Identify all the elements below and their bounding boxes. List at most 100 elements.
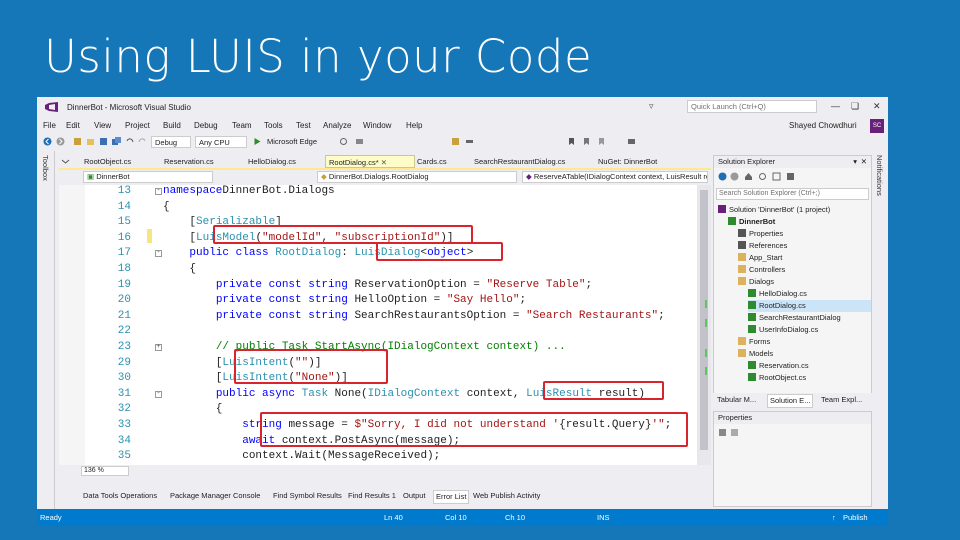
- outline-toggle-icon[interactable]: -: [155, 390, 162, 398]
- code-line[interactable]: 18 {: [59, 262, 711, 278]
- code-line[interactable]: 35 context.Wait(MessageReceived);: [59, 449, 711, 465]
- quick-launch-input[interactable]: Quick Launch (Ctrl+Q): [687, 100, 817, 113]
- redo-icon[interactable]: [138, 137, 147, 146]
- tab-find-results[interactable]: Find Results 1: [348, 490, 396, 502]
- forward-icon[interactable]: [56, 137, 65, 146]
- collapse-all-icon[interactable]: [772, 172, 781, 181]
- menu-project[interactable]: Project: [125, 121, 150, 130]
- outline-toggle-icon[interactable]: -: [155, 250, 162, 258]
- menu-build[interactable]: Build: [163, 121, 181, 130]
- tab-data-tools-operations[interactable]: Data Tools Operations: [83, 490, 157, 502]
- open-icon[interactable]: [86, 137, 95, 146]
- menu-tools[interactable]: Tools: [264, 121, 283, 130]
- code-line[interactable]: 20 private const string HelloOption = "S…: [59, 293, 711, 309]
- run-icon[interactable]: [252, 137, 262, 146]
- browser-link-icon[interactable]: [627, 137, 636, 146]
- toolbox-tab[interactable]: Toolbox: [41, 155, 50, 181]
- forward-icon[interactable]: [730, 172, 739, 181]
- back-icon[interactable]: [43, 137, 52, 146]
- save-all-icon[interactable]: [112, 137, 121, 146]
- tree-item[interactable]: Reservation.cs: [748, 360, 809, 372]
- step-icon[interactable]: [355, 137, 364, 146]
- tab-web-publish-activity[interactable]: Web Publish Activity: [473, 490, 540, 502]
- tab-cards[interactable]: Cards.cs: [414, 155, 466, 168]
- close-icon[interactable]: ✕: [873, 101, 881, 112]
- dropdown-icon[interactable]: [61, 157, 70, 166]
- menu-window[interactable]: Window: [363, 121, 391, 130]
- editor-scrollbar[interactable]: [697, 185, 711, 465]
- tree-item[interactable]: Forms: [738, 336, 770, 348]
- code-line[interactable]: 19 private const string ReservationOptio…: [59, 278, 711, 294]
- tree-item[interactable]: UserInfoDialog.cs: [748, 324, 818, 336]
- menu-analyze[interactable]: Analyze: [323, 121, 351, 130]
- tree-item[interactable]: SearchRestaurantDialog: [748, 312, 841, 324]
- tab-error-list[interactable]: Error List: [433, 490, 470, 504]
- tab-hello-dialog[interactable]: HelloDialog.cs: [245, 155, 307, 168]
- project-nav-select[interactable]: ▣ DinnerBot: [83, 171, 213, 183]
- tree-item[interactable]: RootDialog.cs: [748, 300, 871, 312]
- tab-package-manager-console[interactable]: Package Manager Console: [170, 490, 260, 502]
- close-icon[interactable]: ✕: [861, 156, 867, 168]
- minimize-icon[interactable]: —: [831, 101, 840, 111]
- tree-item[interactable]: DinnerBot: [728, 216, 775, 228]
- menu-file[interactable]: File: [43, 121, 56, 130]
- code-line[interactable]: 13 - namespaceDinnerBot.Dialogs: [59, 185, 711, 200]
- categorized-icon[interactable]: [718, 428, 727, 437]
- outline-toggle-icon[interactable]: -: [155, 188, 162, 195]
- alphabetical-icon[interactable]: [730, 428, 739, 437]
- tree-item[interactable]: Solution 'DinnerBot' (1 project): [718, 204, 830, 216]
- back-icon[interactable]: [718, 172, 727, 181]
- sync-icon[interactable]: [758, 172, 767, 181]
- menu-debug[interactable]: Debug: [194, 121, 218, 130]
- bookmark-icon[interactable]: [567, 137, 576, 146]
- tools-icon[interactable]: [451, 137, 460, 146]
- pin-icon[interactable]: ▾: [853, 156, 857, 168]
- tree-item[interactable]: Properties: [738, 228, 783, 240]
- code-editor[interactable]: 13- namespaceDinnerBot.Dialogs 14{15 [Seri…: [59, 185, 711, 465]
- tab-tabular-model[interactable]: Tabular M...: [715, 394, 758, 406]
- class-nav-select[interactable]: ◆ DinnerBot.Dialogs.RootDialog: [317, 171, 517, 183]
- tab-output[interactable]: Output: [403, 490, 426, 502]
- configuration-select[interactable]: Debug: [151, 136, 191, 148]
- properties-icon[interactable]: [786, 172, 795, 181]
- tree-item[interactable]: App_Start: [738, 252, 782, 264]
- menu-edit[interactable]: Edit: [66, 121, 80, 130]
- tab-root-object[interactable]: RootObject.cs: [81, 155, 159, 168]
- platform-select[interactable]: Any CPU: [195, 136, 247, 148]
- menu-team[interactable]: Team: [232, 121, 252, 130]
- publish-icon[interactable]: ↑: [832, 513, 836, 522]
- menu-view[interactable]: View: [94, 121, 111, 130]
- prev-bookmark-icon[interactable]: [582, 137, 591, 146]
- zoom-select[interactable]: 136 %: [81, 466, 129, 476]
- code-line[interactable]: 14 {: [59, 200, 711, 216]
- undo-icon[interactable]: [125, 137, 134, 146]
- publish-button[interactable]: Publish: [843, 513, 868, 522]
- member-nav-select[interactable]: ◆ ReserveATable(IDialogContext context, …: [522, 171, 708, 183]
- tab-root-dialog[interactable]: RootDialog.cs* ✕: [325, 155, 415, 168]
- outline-toggle-icon[interactable]: +: [155, 344, 162, 351]
- notifications-tab[interactable]: Notifications: [875, 155, 884, 196]
- tab-search-restaurant-dialog[interactable]: SearchRestaurantDialog.cs: [471, 155, 591, 168]
- pin-icon[interactable]: ✕: [381, 158, 387, 167]
- maximize-icon[interactable]: ❏: [851, 101, 859, 112]
- tree-item[interactable]: Dialogs: [738, 276, 774, 288]
- tree-item[interactable]: RootObject.cs: [748, 372, 806, 384]
- user-name[interactable]: Shayed Chowdhuri: [789, 121, 857, 130]
- tree-item[interactable]: Models: [738, 348, 773, 360]
- home-icon[interactable]: [744, 172, 753, 181]
- attach-icon[interactable]: [465, 137, 474, 146]
- new-project-icon[interactable]: [73, 137, 82, 146]
- refresh-icon[interactable]: [339, 137, 348, 146]
- tab-reservation[interactable]: Reservation.cs: [161, 155, 217, 168]
- tree-item[interactable]: HelloDialog.cs: [748, 288, 807, 300]
- tab-nuget[interactable]: NuGet: DinnerBot: [595, 155, 695, 168]
- run-target-select[interactable]: Microsoft Edge: [264, 136, 330, 148]
- tab-find-symbol-results[interactable]: Find Symbol Results: [273, 490, 342, 502]
- next-bookmark-icon[interactable]: [597, 137, 606, 146]
- menu-test[interactable]: Test: [296, 121, 311, 130]
- tab-team-explorer[interactable]: Team Expl...: [819, 394, 864, 406]
- filter-icon[interactable]: ▿: [649, 101, 654, 112]
- tree-item[interactable]: Controllers: [738, 264, 785, 276]
- menu-help[interactable]: Help: [406, 121, 422, 130]
- avatar[interactable]: SC: [870, 119, 884, 133]
